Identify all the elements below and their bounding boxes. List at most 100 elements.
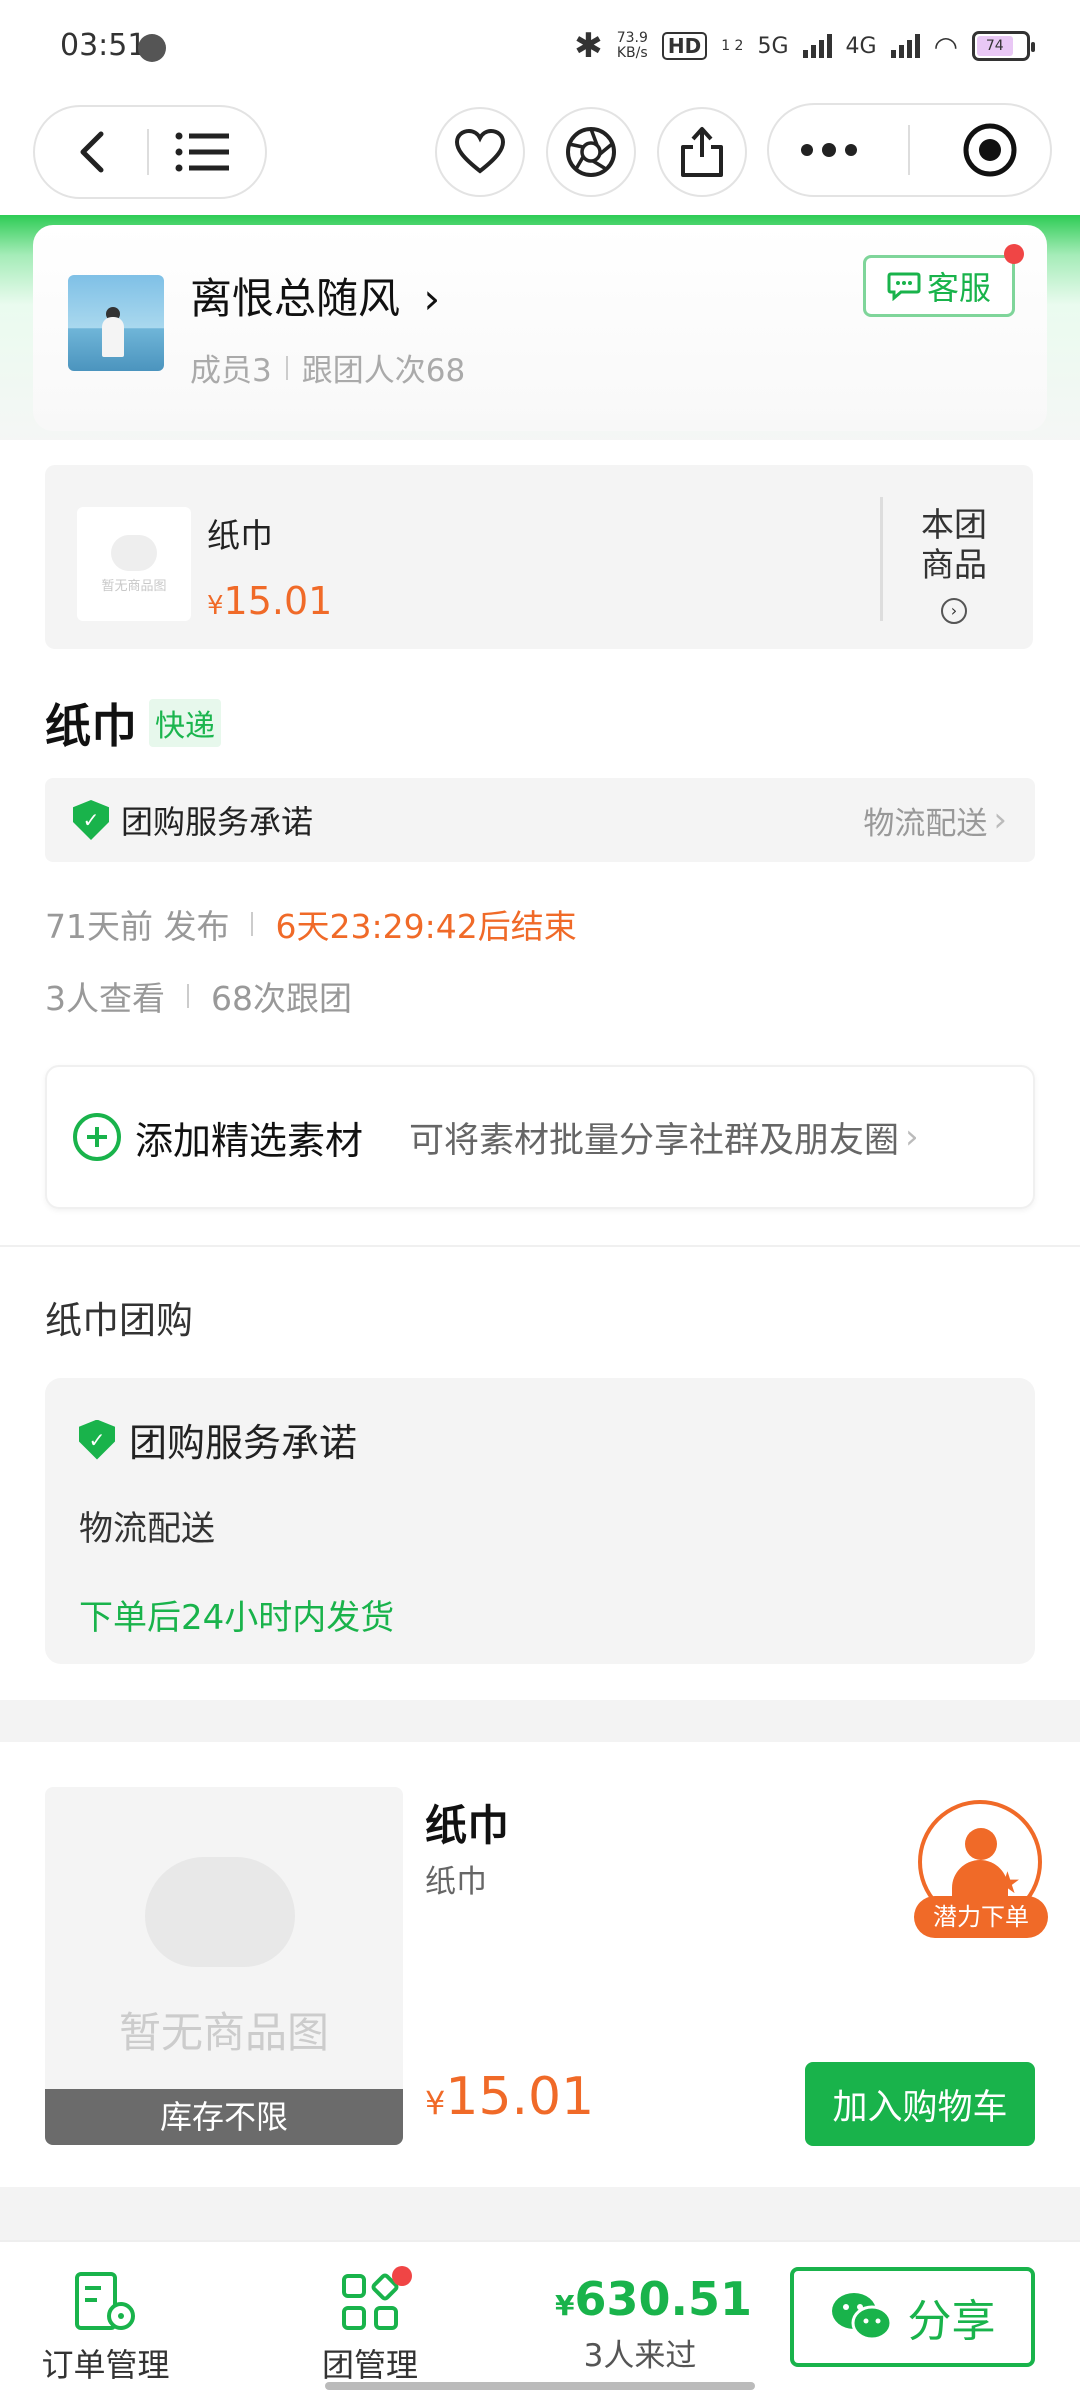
member-count: 成员3 [190, 353, 272, 389]
stats-info: 3人查看 68次跟团 [45, 972, 352, 1020]
product-image[interactable]: 暂无商品图 库存不限 [45, 1787, 403, 2145]
net-speed-value: 73.9 [616, 30, 648, 46]
shutter-button[interactable] [546, 107, 636, 197]
notification-dot [392, 2266, 412, 2286]
group-avatar[interactable] [68, 275, 164, 371]
chevron-right-icon: › [993, 800, 1007, 840]
avatar-figure [102, 317, 124, 357]
money-symbol: ¥ [555, 2289, 575, 2322]
battery-level: 74 [977, 36, 1013, 56]
group-products-link[interactable]: 本团 商品 › [905, 505, 1003, 625]
price-value: 15.01 [223, 579, 333, 623]
image-placeholder-text: 暂无商品图 [118, 2008, 329, 2057]
globe-icon [138, 34, 166, 62]
add-material-card[interactable]: 添加精选素材 可将素材批量分享社群及朋友圈 › [45, 1065, 1035, 1209]
customer-service-button[interactable]: 客服 [863, 244, 1024, 317]
service-logistics: 物流配送 [863, 805, 988, 842]
nav-bar [0, 95, 1080, 220]
section-divider [0, 1245, 1080, 1247]
bottom-bar: 订单管理 团管理 ¥630.51 3人来过 分享 [0, 2240, 1080, 2400]
group-name: 离恨总随风 [190, 274, 401, 323]
price-symbol: ¥ [207, 591, 224, 621]
shield-check-icon: ✓ [79, 1419, 115, 1460]
wechat-icon [831, 2293, 892, 2341]
group-management-label: 团管理 [321, 2346, 418, 2384]
price-symbol: ¥ [425, 2084, 446, 2122]
group-products-label-2: 商品 [921, 545, 987, 584]
group-card[interactable]: 离恨总随风 › 成员3 跟团人次68 客服 [33, 225, 1047, 431]
more-button[interactable] [789, 110, 869, 190]
visitor-count: 3人来过 [583, 2338, 697, 2374]
placeholder-heart-icon [145, 1857, 295, 1967]
chat-bubble-icon [887, 272, 921, 301]
service-promise-bar[interactable]: ✓ 团购服务承诺 物流配送 › [45, 778, 1035, 862]
promise-card: ✓ 团购服务承诺 物流配送 下单后24小时内发货 [45, 1378, 1035, 1664]
product-summary-card[interactable]: 暂无商品图 纸巾 ¥15.01 本团 商品 › [45, 465, 1033, 649]
back-button[interactable] [53, 112, 133, 192]
view-count: 3人查看 [45, 979, 165, 1018]
money-value: 630.51 [574, 2272, 752, 2326]
add-to-cart-button[interactable]: 加入购物车 [805, 2062, 1035, 2146]
product-title: 纸巾 [45, 699, 137, 753]
bluetooth-icon: ✱ [574, 26, 603, 66]
add-material-desc: 可将素材批量分享社群及朋友圈 [409, 1120, 900, 1161]
join-count: 68次跟团 [211, 979, 352, 1018]
net-speed: 73.9 KB/s [617, 31, 648, 61]
meta-divider [285, 355, 288, 380]
nav-right-capsule [767, 103, 1052, 197]
delivery-tag: 快递 [149, 699, 221, 747]
close-miniprogram-button[interactable] [950, 110, 1030, 190]
earnings-amount: ¥630.51 [555, 2272, 752, 2326]
circle-arrow-icon: › [941, 598, 967, 624]
detail-content: 暂无商品图 纸巾 ¥15.01 本团 商品 › 纸巾 快递 ✓ 团购服务承诺 物… [0, 440, 1080, 1700]
signal-4g-label: 4G [845, 33, 877, 59]
hd-badge: HD [661, 32, 708, 60]
aperture-icon [566, 127, 616, 177]
item-subtitle: 纸巾 [425, 1864, 487, 1900]
group-name-row[interactable]: 离恨总随风 › [190, 265, 440, 326]
placeholder-heart-icon [111, 534, 157, 571]
favorite-button[interactable] [435, 107, 525, 197]
section-title: 纸巾团购 [45, 1299, 193, 1342]
user-head [965, 1828, 997, 1860]
menu-list-button[interactable] [163, 112, 243, 192]
status-bar: 03:51 ✱ 73.9 KB/s HD 1 2 5G 4G ◠ 74 [0, 0, 1080, 95]
order-doc-icon [74, 2272, 135, 2330]
nav-divider [147, 129, 149, 175]
publish-info: 71天前 发布 6天23:29:42后结束 [45, 900, 577, 948]
target-icon [963, 123, 1017, 177]
status-time: 03:51 [60, 28, 147, 63]
thumbnail-placeholder-text: 暂无商品图 [101, 578, 167, 594]
earnings-summary[interactable]: ¥630.51 3人来过 [555, 2272, 752, 2375]
group-management-tab[interactable]: 团管理 [300, 2266, 440, 2386]
item-name: 纸巾 [425, 1801, 510, 1850]
group-meta: 成员3 跟团人次68 [190, 345, 465, 390]
nav-divider [908, 125, 911, 175]
plus-circle-icon [73, 1113, 121, 1161]
order-management-label: 订单管理 [41, 2346, 170, 2384]
potential-order-label: 潜力下单 [914, 1896, 1048, 1938]
share-top-button[interactable] [657, 107, 747, 197]
heart-icon [454, 129, 506, 174]
chevron-right-icon: › [423, 274, 441, 323]
signal-bars-icon [802, 34, 832, 58]
info-divider [187, 984, 189, 1008]
status-indicators: ✱ 73.9 KB/s HD 1 2 5G 4G ◠ 74 [574, 26, 1035, 66]
battery-icon: 74 [972, 31, 1035, 61]
potential-order-float-button[interactable]: ★ 潜力下单 [914, 1800, 1048, 1940]
publish-time: 71天前 发布 [45, 907, 230, 946]
share-icon [681, 127, 723, 177]
info-divider [251, 912, 254, 936]
product-name: 纸巾 [207, 516, 273, 555]
wifi-icon: ◠ [933, 29, 958, 63]
customer-service-label: 客服 [926, 269, 991, 307]
hd-sub: 1 2 [721, 38, 744, 54]
promise-shipping-time: 下单后24小时内发货 [79, 1598, 395, 1638]
chevron-right-icon: › [905, 1117, 919, 1157]
stock-label: 库存不限 [45, 2089, 403, 2145]
signal-5g-label: 5G [757, 33, 789, 59]
promise-logistics: 物流配送 [79, 1509, 215, 1549]
share-button[interactable]: 分享 [790, 2267, 1035, 2367]
order-management-tab[interactable]: 订单管理 [28, 2270, 183, 2386]
net-speed-unit: KB/s [616, 45, 648, 61]
